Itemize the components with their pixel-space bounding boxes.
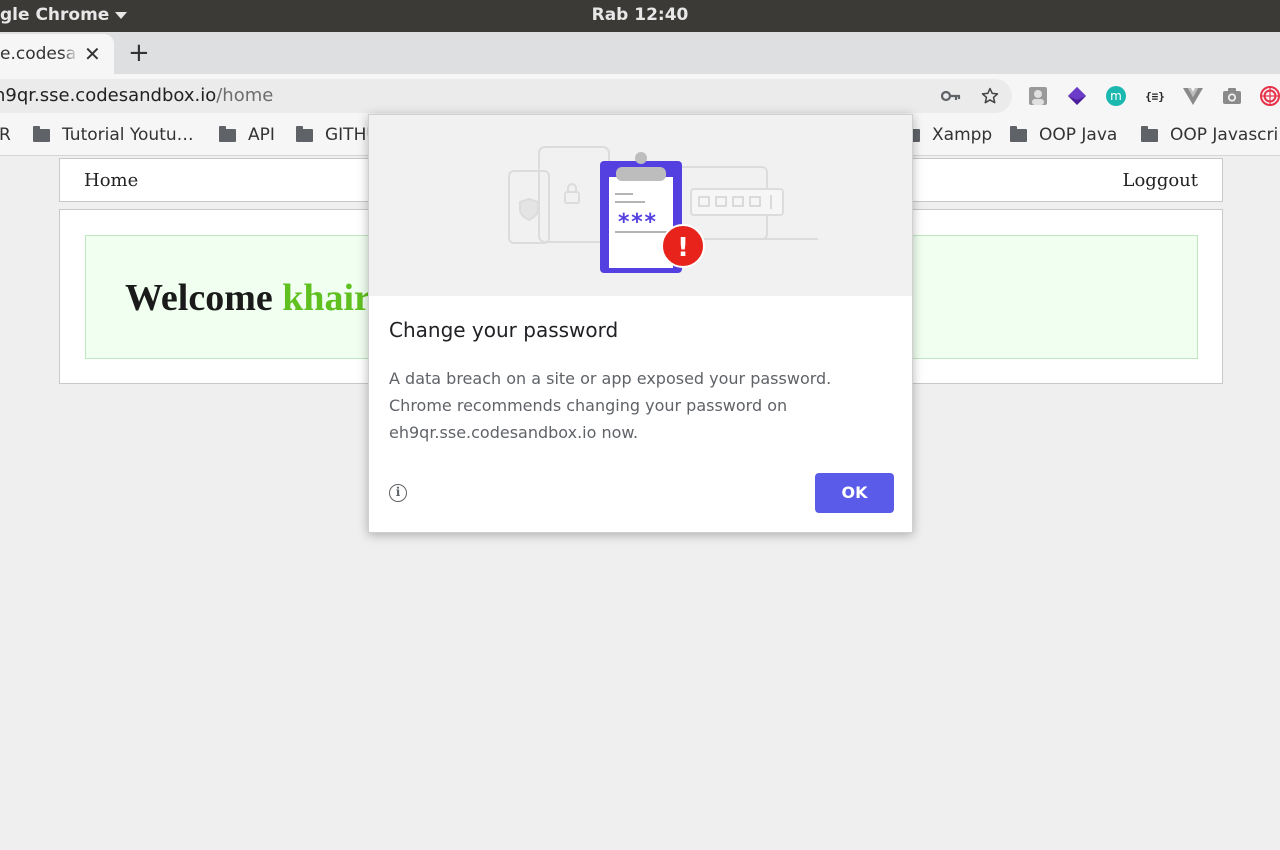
bookmark-folder[interactable]: GITHU xyxy=(296,125,379,145)
welcome-heading: Welcome khair xyxy=(125,276,371,320)
bookmark-label: API xyxy=(248,125,275,145)
bookmark-item[interactable]: R xyxy=(0,125,11,145)
camera-icon[interactable] xyxy=(1221,85,1243,107)
browser-tab[interactable]: e.codesandbox.io ✕ xyxy=(0,34,114,74)
dialog-message-line: A data breach on a site or app exposed y… xyxy=(389,369,832,388)
bookmark-label: Xampp xyxy=(932,125,993,145)
dialog-message-line: eh9qr.sse.codesandbox.io now. xyxy=(389,423,639,442)
dialog-message-line: Chrome recommends changing your password… xyxy=(389,396,788,415)
bookmark-label: OOP Java xyxy=(1039,125,1118,145)
welcome-word: Welcome xyxy=(125,277,273,319)
bookmark-folder[interactable]: OOP Java xyxy=(1010,125,1117,145)
folder-icon xyxy=(1141,125,1158,142)
m-extension-label: m xyxy=(1110,89,1122,103)
tab-title: e.codesandbox.io xyxy=(0,44,78,64)
folder-icon xyxy=(219,125,236,142)
bookmark-label: R xyxy=(0,125,11,145)
folder-icon xyxy=(296,125,313,142)
bookmark-folder[interactable]: API xyxy=(219,125,275,145)
bookmark-folder[interactable]: OOP Javascri xyxy=(1141,125,1278,145)
nav-logout-link[interactable]: Loggout xyxy=(1123,170,1199,191)
new-tab-button[interactable]: + xyxy=(128,38,150,68)
bookmark-folder[interactable]: Tutorial Youtu… xyxy=(33,125,194,145)
vue-devtools-icon[interactable] xyxy=(1182,85,1204,107)
bookmark-folder[interactable]: Xampp xyxy=(903,125,992,145)
ok-button[interactable]: OK xyxy=(815,473,894,513)
profile-extension-icon[interactable] xyxy=(1027,85,1049,107)
json-extension-icon[interactable]: {≡} xyxy=(1143,85,1167,107)
star-icon[interactable] xyxy=(979,85,1001,107)
swirl-extension-icon[interactable] xyxy=(1259,85,1280,107)
folder-icon xyxy=(1010,125,1027,142)
bookmark-label: Tutorial Youtu… xyxy=(62,125,194,145)
dialog-illustration: *** ! xyxy=(369,115,912,296)
url-path: /home xyxy=(216,85,274,106)
purple-gem-extension-icon[interactable] xyxy=(1066,85,1088,107)
folder-icon xyxy=(33,125,50,142)
dialog-message: A data breach on a site or app exposed y… xyxy=(389,365,869,446)
tab-close-icon[interactable]: ✕ xyxy=(84,42,101,66)
nav-home-link[interactable]: Home xyxy=(84,170,138,191)
info-icon[interactable]: i xyxy=(389,484,407,502)
key-icon[interactable] xyxy=(940,85,962,107)
system-clock[interactable]: Rab 12:40 xyxy=(0,5,1280,25)
tab-strip: e.codesandbox.io ✕ + xyxy=(0,32,1280,74)
bookmark-label: OOP Javascri xyxy=(1170,125,1279,145)
password-breach-dialog: *** ! Change your password A data breach… xyxy=(368,114,913,533)
address-url[interactable]: h9qr.sse.codesandbox.io/home xyxy=(0,85,273,106)
m-extension-icon[interactable]: m xyxy=(1105,85,1127,107)
url-host: h9qr.sse.codesandbox.io xyxy=(0,85,217,106)
welcome-username: khair xyxy=(282,277,371,319)
dialog-title: Change your password xyxy=(389,318,619,342)
system-top-bar: gle Chrome Rab 12:40 xyxy=(0,0,1280,32)
illustration-alert-mark: ! xyxy=(677,233,689,263)
json-extension-label: {≡} xyxy=(1145,89,1165,103)
